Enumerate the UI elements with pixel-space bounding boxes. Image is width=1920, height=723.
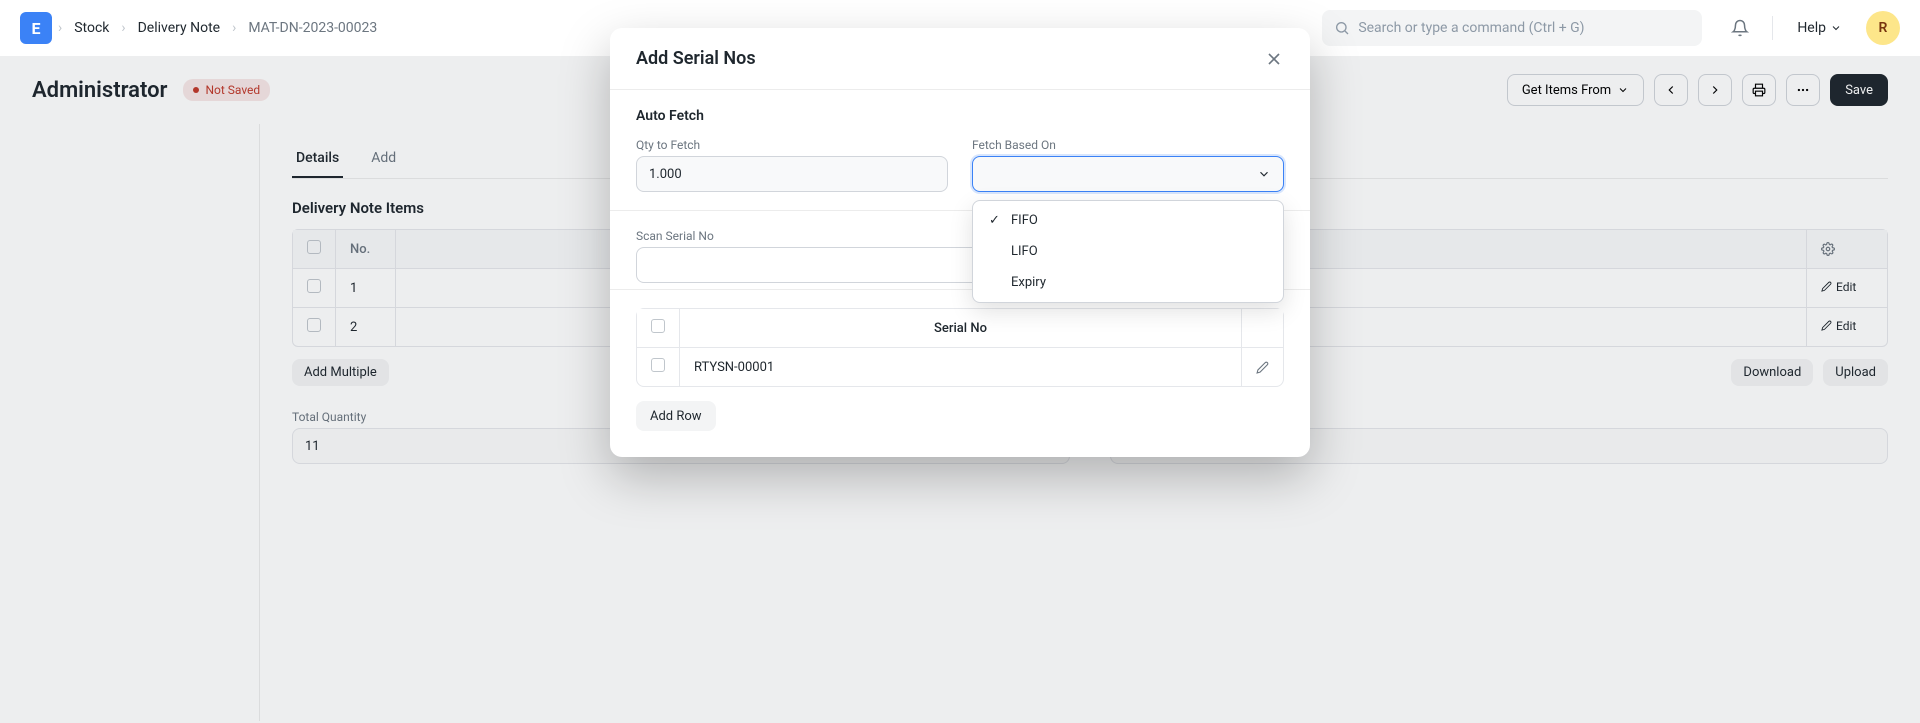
help-label: Help — [1797, 20, 1826, 36]
qty-to-fetch-input[interactable]: 1.000 — [636, 156, 948, 192]
col-serial-no: Serial No — [680, 309, 1242, 348]
add-serial-nos-modal: Add Serial Nos Auto Fetch Qty to Fetch 1… — [610, 28, 1310, 457]
edit-serial-button[interactable] — [1242, 348, 1283, 386]
row-checkbox[interactable] — [651, 358, 665, 372]
search-icon — [1334, 20, 1350, 36]
help-menu[interactable]: Help — [1787, 20, 1852, 36]
chevron-down-icon — [1830, 22, 1842, 34]
qty-to-fetch-label: Qty to Fetch — [636, 138, 948, 152]
dropdown-option-lifo[interactable]: LIFO — [977, 236, 1279, 267]
serial-nos-table: Serial No RTYSN-00001 — [636, 308, 1284, 387]
app-logo[interactable]: E — [20, 12, 52, 44]
search-placeholder: Search or type a command (Ctrl + G) — [1358, 20, 1584, 36]
bell-icon — [1731, 19, 1749, 37]
auto-fetch-heading: Auto Fetch — [636, 108, 1284, 124]
breadcrumb-docname: MAT-DN-2023-00023 — [242, 16, 383, 40]
add-row-button[interactable]: Add Row — [636, 401, 716, 431]
breadcrumb-delivery-note[interactable]: Delivery Note — [132, 16, 226, 40]
pencil-icon — [1256, 361, 1269, 374]
option-label: FIFO — [1011, 213, 1038, 228]
close-button[interactable] — [1264, 49, 1284, 69]
table-row[interactable]: RTYSN-00001 — [637, 348, 1283, 386]
user-avatar[interactable]: R — [1866, 11, 1900, 45]
serial-no-cell: RTYSN-00001 — [680, 348, 1242, 386]
chevron-right-icon: › — [121, 20, 125, 36]
select-all-serial-checkbox[interactable] — [651, 319, 665, 333]
global-search[interactable]: Search or type a command (Ctrl + G) — [1322, 10, 1702, 46]
fetch-based-on-dropdown: ✓FIFO LIFO Expiry — [972, 200, 1284, 303]
dropdown-option-expiry[interactable]: Expiry — [977, 267, 1279, 298]
chevron-down-icon — [1257, 167, 1271, 181]
option-label: LIFO — [1011, 244, 1038, 259]
divider — [1772, 16, 1773, 40]
chevron-right-icon: › — [58, 20, 62, 36]
dropdown-option-fifo[interactable]: ✓FIFO — [977, 205, 1279, 236]
fetch-based-on-label: Fetch Based On — [972, 138, 1284, 152]
modal-title: Add Serial Nos — [636, 48, 756, 69]
chevron-right-icon: › — [232, 20, 236, 36]
breadcrumb-stock[interactable]: Stock — [68, 16, 115, 40]
fetch-based-on-select[interactable] — [972, 156, 1284, 192]
close-icon — [1264, 49, 1284, 69]
option-label: Expiry — [1011, 275, 1046, 290]
notifications-button[interactable] — [1722, 10, 1758, 46]
